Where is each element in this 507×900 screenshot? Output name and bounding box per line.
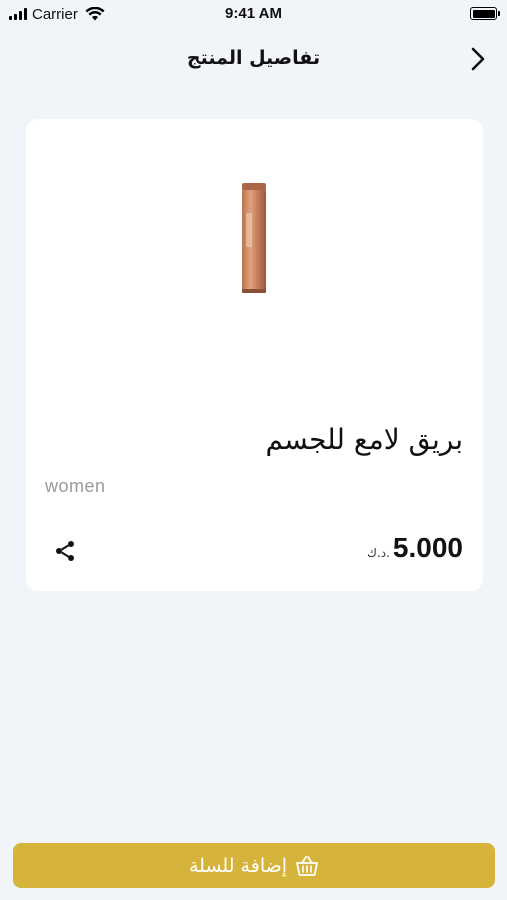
product-details-screen: Carrier 9:41 AM تفاصيل المنتج بريق لامع …	[0, 0, 507, 900]
share-icon	[56, 541, 74, 561]
add-to-cart-button[interactable]: إضافة للسلة	[13, 843, 495, 888]
chevron-right-icon	[471, 47, 485, 71]
price-value: 5.000	[392, 532, 463, 563]
price-currency: د.ك.	[367, 546, 390, 560]
product-image[interactable]	[240, 183, 268, 295]
share-button[interactable]	[50, 536, 80, 566]
product-card: بريق لامع للجسم women د.ك. 5.000	[26, 119, 483, 591]
product-category: women	[45, 476, 106, 496]
basket-icon	[296, 855, 318, 876]
battery-icon	[470, 7, 500, 20]
product-name: بريق لامع للجسم	[265, 423, 463, 456]
status-bar: Carrier 9:41 AM	[0, 0, 507, 28]
back-button[interactable]	[463, 44, 493, 74]
price-row: د.ك. 5.000	[367, 532, 463, 564]
add-to-cart-label: إضافة للسلة	[189, 854, 288, 877]
page-title: تفاصيل المنتج	[186, 47, 321, 69]
nav-bar: تفاصيل المنتج	[0, 28, 507, 90]
status-time: 9:41 AM	[225, 5, 282, 22]
